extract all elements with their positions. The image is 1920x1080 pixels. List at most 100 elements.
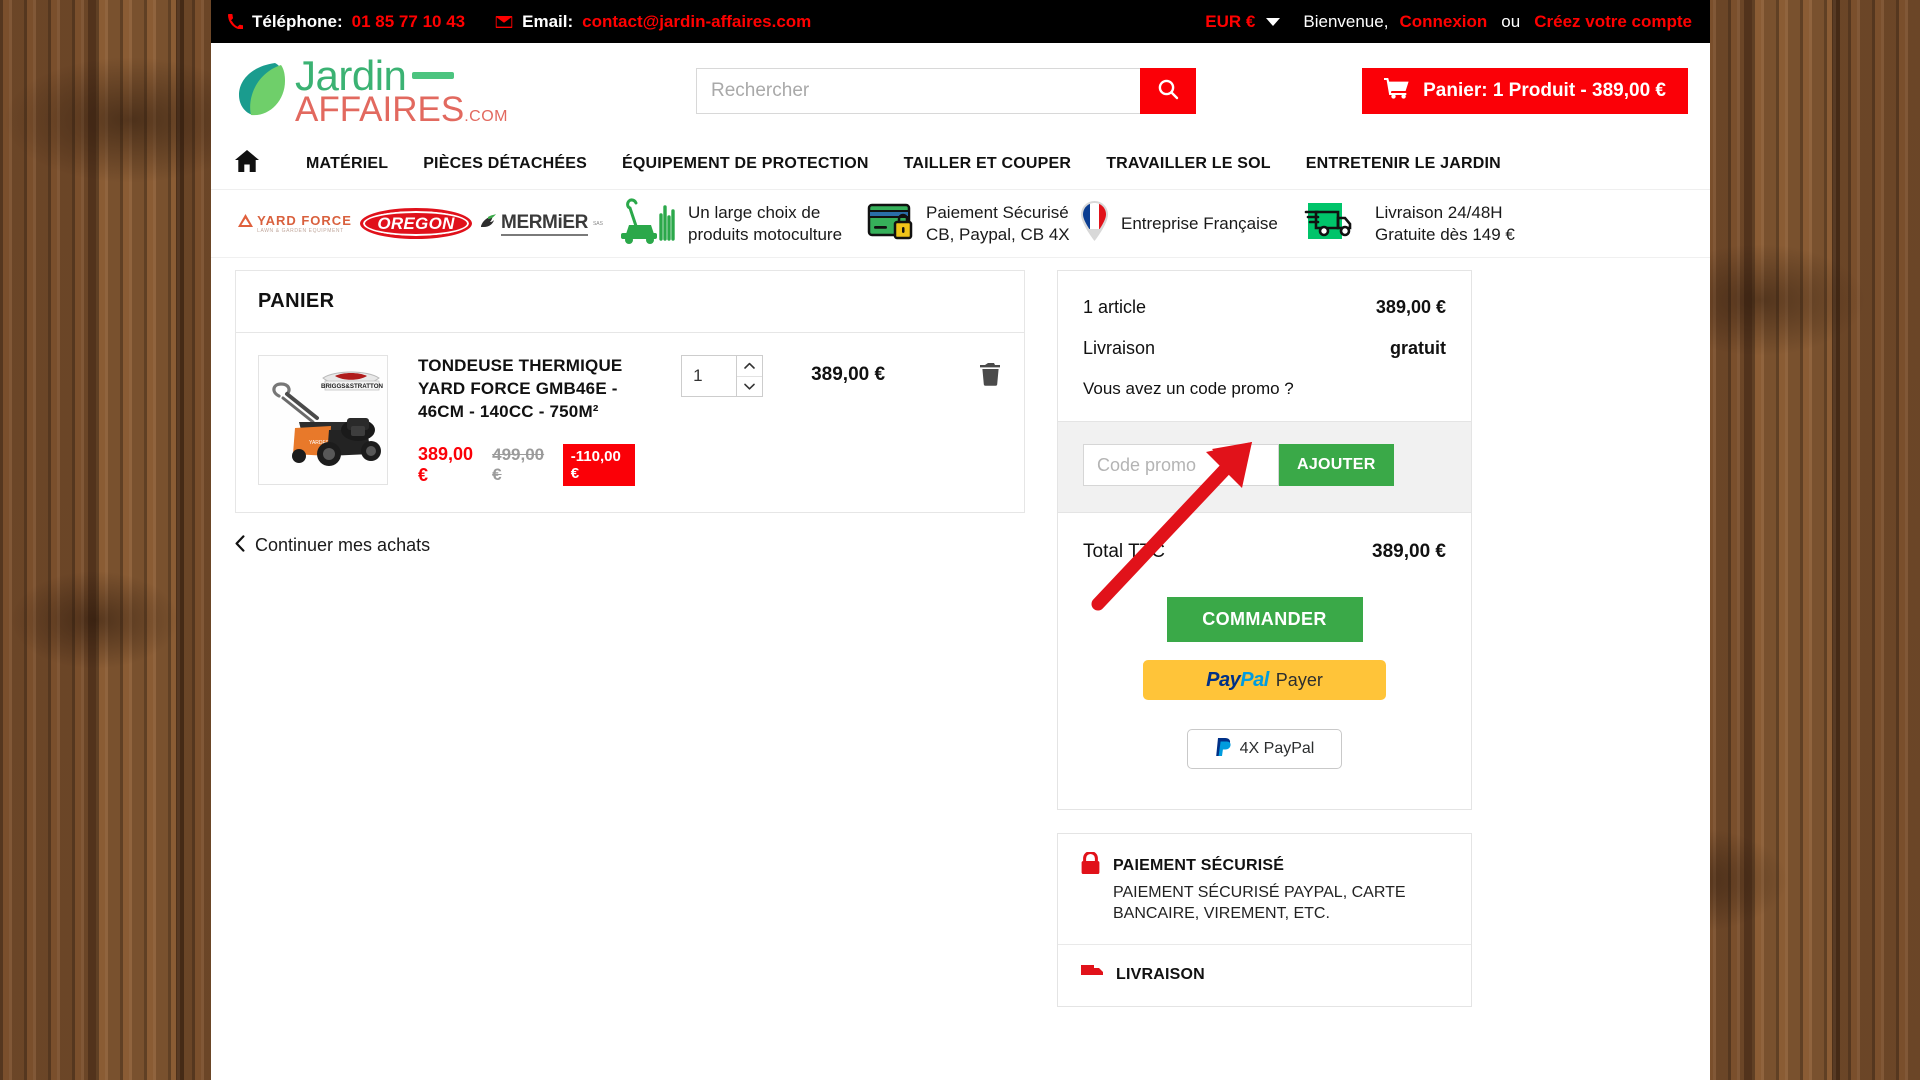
top-utility-bar: Téléphone: 01 85 77 10 43 Email: contact… <box>211 0 1710 43</box>
promo-question[interactable]: Vous avez un code promo ? <box>1083 379 1446 399</box>
trust-strip: YARD FORCE LAWN & GARDEN EQUIPMENT OREGO… <box>211 190 1710 258</box>
search-button[interactable] <box>1140 67 1196 114</box>
summary-row-items: 1 article 389,00 € <box>1083 297 1446 318</box>
nav-item-entretenir-le-jardin[interactable]: ENTRETENIR LE JARDIN <box>1306 155 1501 173</box>
logo-dash <box>412 72 455 79</box>
trust-choix-line2: produits motoculture <box>688 224 843 244</box>
trust-livraison-line2: Gratuite dès 149 € <box>1375 224 1515 244</box>
summary-row-shipping: Livraison gratuit <box>1083 338 1446 359</box>
site-header: Jardin AFFAIRES .COM Rechercher Panier: … <box>211 43 1710 138</box>
paypal-logo: PayPal <box>1206 669 1269 692</box>
nav-item-materiel[interactable]: MATÉRIEL <box>306 155 388 173</box>
phone-number[interactable]: 01 85 77 10 43 <box>352 12 465 32</box>
checkout-actions: COMMANDER PayPal Payer 4X PayPal <box>1058 591 1471 809</box>
product-thumbnail[interactable]: BRIGGS&STRATTON YARDFORCE <box>258 355 388 485</box>
order-button[interactable]: COMMANDER <box>1166 597 1363 642</box>
product-price-original: 499,00 € <box>492 444 545 484</box>
phone-label: Téléphone: <box>252 11 343 31</box>
brand-sup-mermier: SAS <box>592 220 603 227</box>
promo-add-button[interactable]: AJOUTER <box>1279 444 1394 486</box>
reassurance-desc-paiement: PAIEMENT SÉCURISÉ PAYPAL, CARTE BANCAIRE… <box>1113 884 1406 923</box>
total-value: 389,00 € <box>1372 541 1446 562</box>
quantity-arrows <box>736 356 763 396</box>
quantity-input[interactable] <box>682 356 737 396</box>
quantity-decrease-button[interactable] <box>737 376 763 396</box>
logo-secondary-text: AFFAIRES <box>295 89 465 129</box>
paypal-4x-label: 4X PayPal <box>1239 740 1315 757</box>
trust-livraison-line1: Livraison 24/48H <box>1375 202 1503 222</box>
summary-column: 1 article 389,00 € Livraison gratuit Vou… <box>1057 270 1472 1008</box>
paypal-logo-pay: Pay <box>1206 668 1241 691</box>
desk-background: Téléphone: 01 85 77 10 43 Email: contact… <box>0 0 1920 1080</box>
credit-card-icon <box>867 200 915 247</box>
main-content: PANIER BRIGGS&STRATTON TONDEUSE THERMIQU… <box>211 258 1710 1008</box>
logo-wordmark: Jardin AFFAIRES .COM <box>295 54 508 129</box>
trust-text-paiement: Paiement Sécurisé CB, Paypal, CB 4X <box>926 202 1070 246</box>
product-price-group: 389,00 € 499,00 € -110,00 € <box>418 443 636 486</box>
welcome-text: Bienvenue, <box>1303 11 1389 31</box>
trust-item-entreprise: Entreprise Française <box>1079 200 1294 247</box>
remove-item-button[interactable] <box>980 355 1002 391</box>
email-contact[interactable]: Email: contact@jardin-affaires.com <box>495 12 811 32</box>
brand-name-mermier: MERMiER <box>501 212 588 236</box>
cart-button[interactable]: Panier: 1 Produit - 389,00 € <box>1362 67 1688 114</box>
cart-row: BRIGGS&STRATTON YARDFORCE <box>236 333 1024 512</box>
lawnmower-icon <box>605 197 677 250</box>
login-link[interactable]: Connexion <box>1399 12 1487 32</box>
cart-panel: PANIER BRIGGS&STRATTON TONDEUSE THERMIQU… <box>235 270 1025 513</box>
trust-item-livraison: Livraison 24/48H Gratuite dès 149 € <box>1304 199 1554 248</box>
quantity-stepper[interactable] <box>681 355 764 397</box>
product-info: TONDEUSE THERMIQUE YARD FORCE GMB46E - 4… <box>418 355 636 486</box>
reassurance-item-paiement: PAIEMENT SÉCURISÉ PAIEMENT SÉCURISÉ PAYP… <box>1058 834 1471 946</box>
promo-code-input[interactable] <box>1083 444 1279 486</box>
summary-shipping-value: gratuit <box>1390 338 1446 358</box>
phone-contact[interactable]: Téléphone: 01 85 77 10 43 <box>228 12 465 32</box>
cart-column: PANIER BRIGGS&STRATTON TONDEUSE THERMIQU… <box>235 270 1025 557</box>
trust-item-choix: Un large choix de produits motoculture <box>605 197 845 250</box>
paypal-4x-button[interactable]: 4X PayPal <box>1187 729 1342 769</box>
nav-item-home[interactable] <box>235 150 271 177</box>
search-input[interactable] <box>696 67 1140 114</box>
brand-logo-yard-force: YARD FORCE LAWN & GARDEN EQUIPMENT <box>235 213 355 234</box>
register-link[interactable]: Créez votre compte <box>1534 12 1692 32</box>
brand-name-yard-force: YARD FORCE <box>257 213 352 228</box>
truck-icon <box>1080 963 1104 986</box>
promo-code-band: AJOUTER <box>1058 421 1471 513</box>
reassurance-title-paiement: PAIEMENT SÉCURISÉ <box>1113 857 1285 874</box>
cart-label: Panier: 1 Produit - 389,00 € <box>1423 79 1666 101</box>
brand-logo-mermier: MERMiER SAS <box>477 212 605 236</box>
trust-text-entreprise: Entreprise Française <box>1121 213 1278 235</box>
delivery-truck-icon <box>1304 199 1364 248</box>
search-bar <box>696 67 1196 114</box>
brand-logo-oregon: OREGON <box>355 208 477 239</box>
nav-item-travailler-le-sol[interactable]: TRAVAILLER LE SOL <box>1106 155 1271 173</box>
product-title[interactable]: TONDEUSE THERMIQUE YARD FORCE GMB46E - 4… <box>418 355 635 424</box>
home-icon <box>235 150 259 177</box>
total-label: Total TTC <box>1083 541 1166 562</box>
summary-lines: 1 article 389,00 € Livraison gratuit Vou… <box>1058 271 1471 421</box>
page-title: PANIER <box>236 271 1024 333</box>
email-label: Email: <box>522 11 574 31</box>
paypal-logo-pal: Pal <box>1240 668 1269 691</box>
brand-name-oregon: OREGON <box>360 208 472 239</box>
continue-shopping-link[interactable]: Continuer mes achats <box>235 535 430 557</box>
email-address[interactable]: contact@jardin-affaires.com <box>582 12 811 32</box>
trust-paiement-line2: CB, Paypal, CB 4X <box>926 224 1070 244</box>
or-text: ou <box>1501 11 1521 31</box>
chevron-down-icon[interactable] <box>1266 17 1281 26</box>
quantity-increase-button[interactable] <box>737 356 763 377</box>
nav-item-equipement-de-protection[interactable]: ÉQUIPEMENT DE PROTECTION <box>622 155 869 173</box>
site-logo[interactable]: Jardin AFFAIRES .COM <box>235 54 565 129</box>
order-summary-box: 1 article 389,00 € Livraison gratuit Vou… <box>1057 270 1472 810</box>
trust-paiement-line1: Paiement Sécurisé <box>926 202 1069 222</box>
currency-selector[interactable]: EUR € <box>1205 12 1255 32</box>
summary-row-total: Total TTC 389,00 € <box>1058 513 1471 591</box>
summary-items-value: 389,00 € <box>1375 297 1446 317</box>
france-pin-icon <box>1079 200 1110 247</box>
nav-item-tailler-et-couper[interactable]: TAILLER ET COUPER <box>904 155 1072 173</box>
phone-icon <box>228 14 243 29</box>
paypal-pay-label: Payer <box>1275 669 1323 690</box>
nav-item-pieces-detachees[interactable]: PIÈCES DÉTACHÉES <box>423 155 587 173</box>
trust-choix-line1: Un large choix de <box>688 202 821 222</box>
paypal-pay-button[interactable]: PayPal Payer <box>1143 660 1386 700</box>
